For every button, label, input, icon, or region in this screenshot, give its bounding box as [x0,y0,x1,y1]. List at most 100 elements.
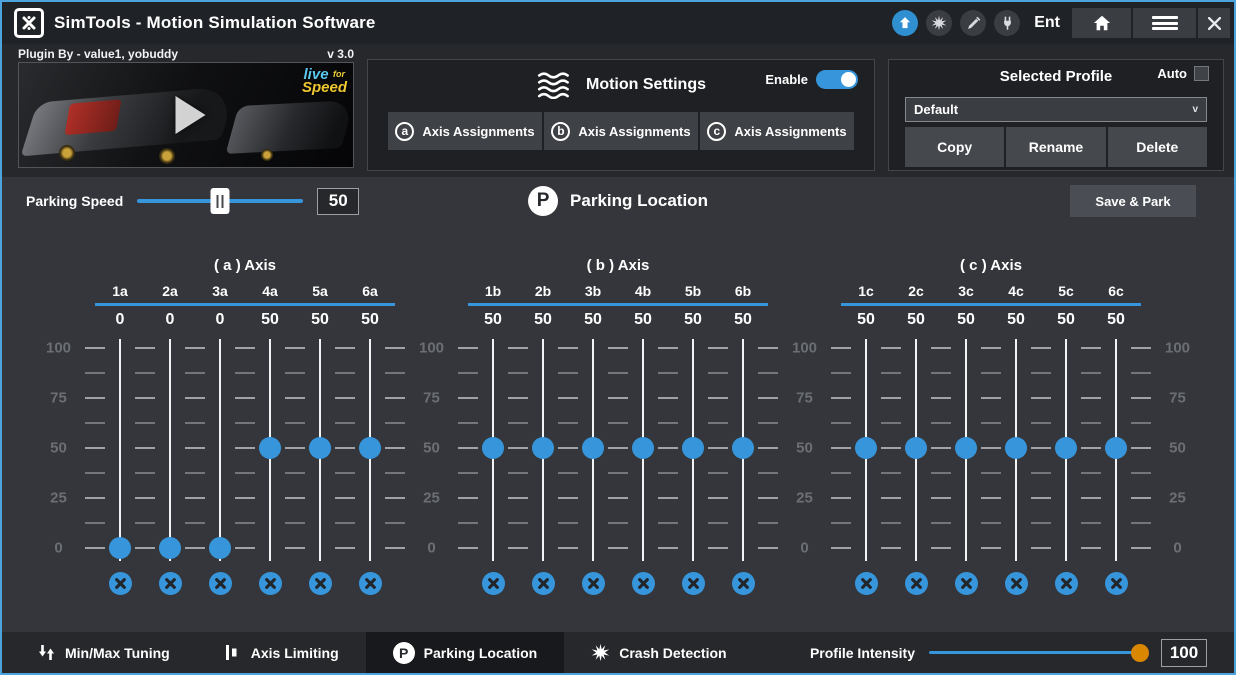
axis-slider[interactable] [468,339,518,561]
axis-slider-track[interactable] [219,339,221,561]
edition-label: Ent [1034,14,1060,32]
axis-slider[interactable] [1041,339,1091,561]
axis-slider[interactable] [668,339,718,561]
axis-slider[interactable] [245,339,295,561]
axis-slider-handle[interactable] [955,437,977,459]
axis-slider-handle[interactable] [482,437,504,459]
axis-slider[interactable] [891,339,941,561]
axis-slider[interactable] [568,339,618,561]
axis-slider-handle[interactable] [259,437,281,459]
axis-slider-handle[interactable] [1005,437,1027,459]
crash-icon-button[interactable] [926,10,952,36]
axis-reset-button[interactable] [359,572,382,595]
axis-reset-button[interactable] [582,572,605,595]
window-title: SimTools - Motion Simulation Software [54,13,376,33]
axis-reset-button[interactable] [905,572,928,595]
axis-reset-button[interactable] [532,572,555,595]
tab-min-max-tuning[interactable]: Min/Max Tuning [10,632,197,673]
axis-slider[interactable] [95,339,145,561]
rename-button[interactable]: Rename [1006,127,1105,167]
menu-button[interactable] [1133,8,1196,38]
axis-reset-button[interactable] [159,572,182,595]
tab-axis-limiting[interactable]: Axis Limiting [197,632,366,673]
axis-assignments-c-button[interactable]: c Axis Assignments [700,112,854,150]
plugin-panel: Plugin By - value1, yobuddy v 3.0 live f… [18,47,354,177]
update-button[interactable] [892,10,918,36]
axis-slider-handle[interactable] [109,537,131,559]
axis-slider[interactable] [941,339,991,561]
axis-assignments-b-button[interactable]: b Axis Assignments [544,112,698,150]
save-and-park-button[interactable]: Save & Park [1070,185,1196,217]
axis-reset-button[interactable] [955,572,978,595]
axis-slider[interactable] [145,339,195,561]
axis-scale-label: 0 [1141,540,1214,557]
channel-value: 50 [618,311,668,329]
axis-slider-handle[interactable] [1055,437,1077,459]
profile-intensity-handle[interactable] [1131,644,1149,662]
channel-label: 4c [991,283,1041,299]
c-badge-icon: c [707,122,726,141]
tab-parking-location[interactable]: P Parking Location [366,632,565,673]
home-button[interactable] [1072,8,1131,38]
axis-reset-button[interactable] [482,572,505,595]
hamburger-icon [1152,16,1178,30]
axis-reset-button[interactable] [209,572,232,595]
parking-speed-handle[interactable] [211,188,230,214]
channel-label: 2b [518,283,568,299]
axis-slider-track[interactable] [169,339,171,561]
parking-speed-value: 50 [317,188,359,215]
parking-speed-slider[interactable] [137,188,303,214]
copy-button[interactable]: Copy [905,127,1004,167]
axis-reset-button[interactable] [309,572,332,595]
axis-slider[interactable] [1091,339,1141,561]
auto-checkbox[interactable] [1194,66,1209,81]
axis-slider-handle[interactable] [159,537,181,559]
axis-slider[interactable] [345,339,395,561]
axis-slider[interactable] [841,339,891,561]
axis-slider[interactable] [718,339,768,561]
axis-slider-handle[interactable] [855,437,877,459]
profile-intensity-track[interactable] [929,651,1147,654]
axis-slider-handle[interactable] [309,437,331,459]
axis-reset-button[interactable] [1055,572,1078,595]
channel-label: 1a [95,283,145,299]
axis-slider-handle[interactable] [359,437,381,459]
axis-slider-handle[interactable] [1105,437,1127,459]
play-icon[interactable] [176,96,206,134]
enable-toggle[interactable] [816,70,858,89]
profile-dropdown[interactable]: Default v [905,97,1207,122]
delete-button[interactable]: Delete [1108,127,1207,167]
profile-intensity-slider[interactable] [929,643,1147,663]
axis-slider-handle[interactable] [732,437,754,459]
close-button[interactable] [1198,8,1230,38]
axis-reset-button[interactable] [682,572,705,595]
axis-slider-handle[interactable] [582,437,604,459]
wheel-graphic [59,145,75,161]
axis-slider[interactable] [618,339,668,561]
axis-reset-button[interactable] [732,572,755,595]
axis-group-title: ( a ) Axis [95,253,395,279]
axis-reset-button[interactable] [109,572,132,595]
axis-slider-handle[interactable] [532,437,554,459]
axis-slider-handle[interactable] [209,537,231,559]
plug-connection-button[interactable] [994,10,1020,36]
axis-reset-button[interactable] [1005,572,1028,595]
chevron-down-icon: v [1192,104,1198,115]
axis-slider[interactable] [195,339,245,561]
axis-slider[interactable] [518,339,568,561]
axis-slider-track[interactable] [119,339,121,561]
axis-slider-handle[interactable] [905,437,927,459]
axis-reset-button[interactable] [259,572,282,595]
axis-slider[interactable] [295,339,345,561]
axis-slider[interactable] [991,339,1041,561]
edit-pencil-button[interactable] [960,10,986,36]
axis-reset-button[interactable] [632,572,655,595]
tab-crash-detection[interactable]: Crash Detection [564,632,753,673]
axis-slider-handle[interactable] [682,437,704,459]
axis-assignments-a-button[interactable]: a Axis Assignments [388,112,542,150]
axis-reset-button[interactable] [855,572,878,595]
axis-reset-button[interactable] [1105,572,1128,595]
plugin-game-image[interactable]: live for Speed [18,62,354,168]
channel-value: 50 [345,311,395,329]
axis-slider-handle[interactable] [632,437,654,459]
